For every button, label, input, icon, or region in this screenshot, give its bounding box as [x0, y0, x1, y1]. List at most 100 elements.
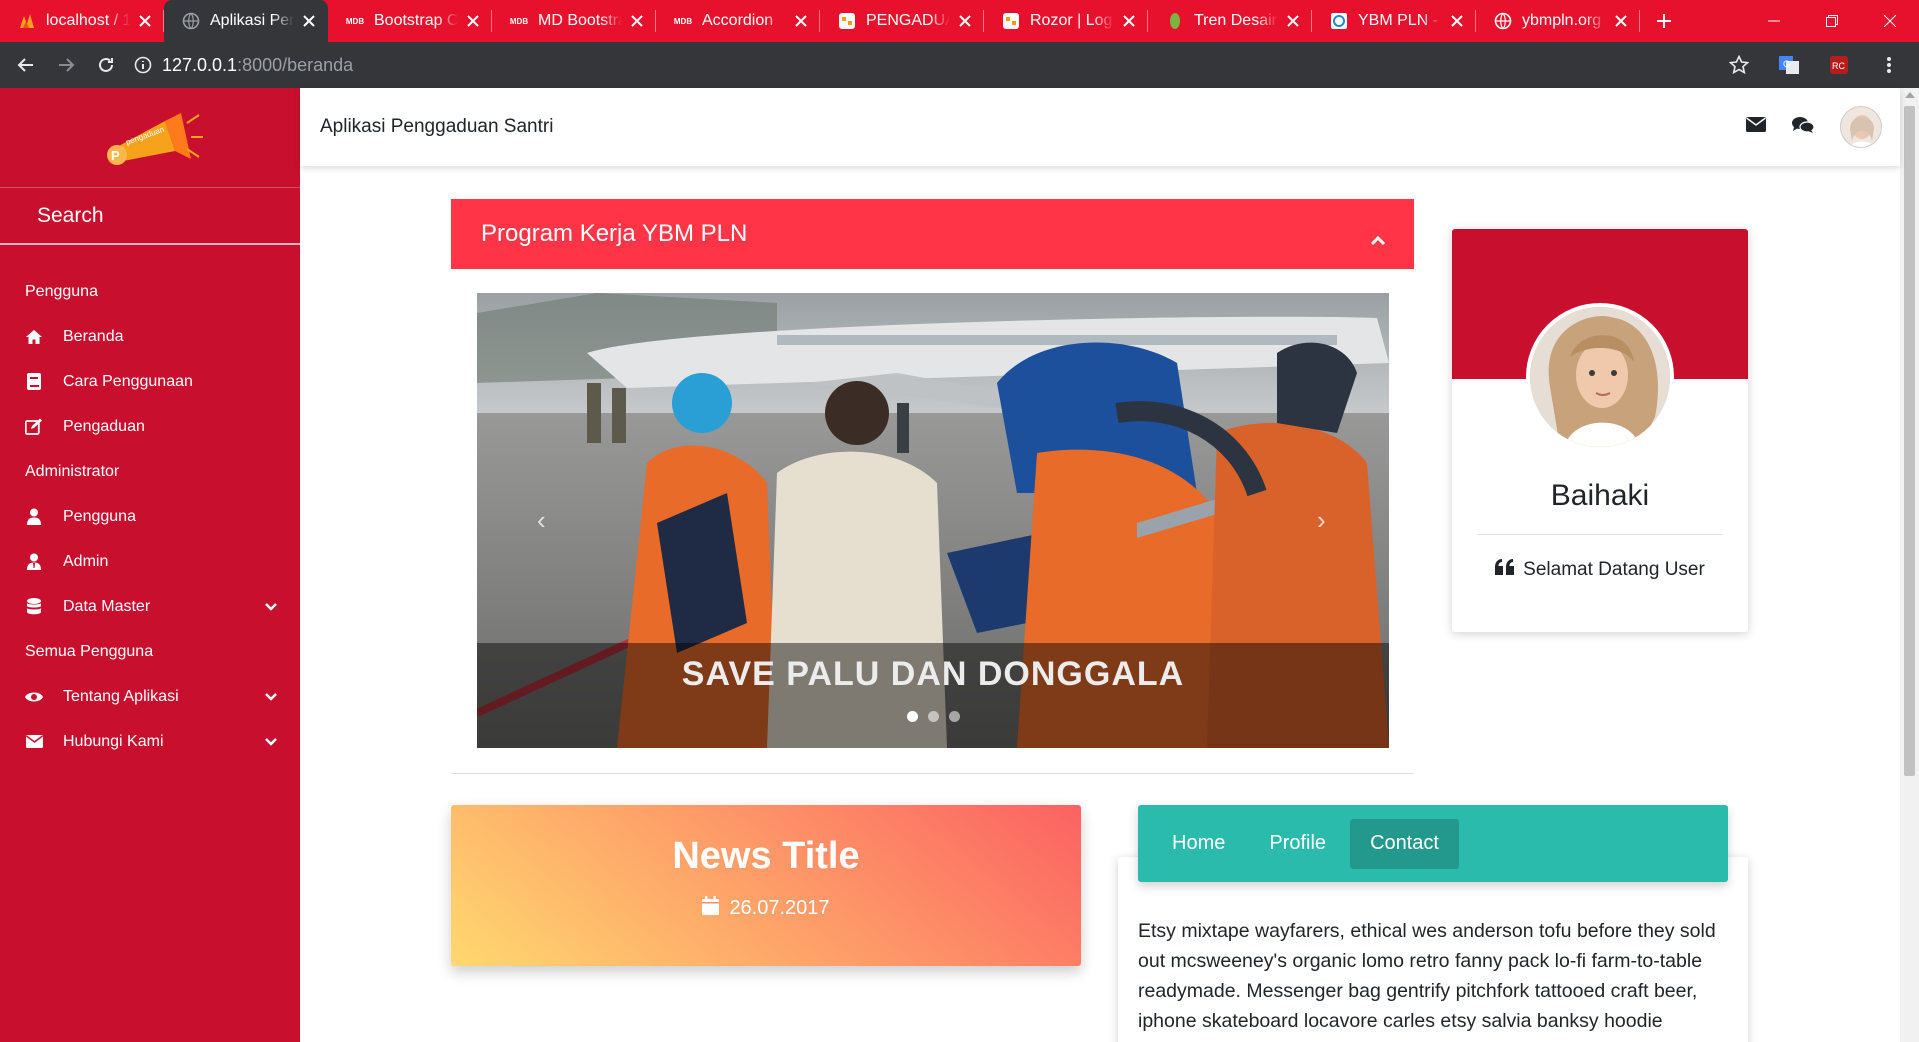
svg-text:RC: RC — [1832, 61, 1845, 71]
scroll-up-arrow-icon[interactable] — [1905, 92, 1915, 98]
carousel-indicator[interactable] — [906, 711, 918, 722]
tab-home[interactable]: Home — [1152, 819, 1245, 869]
browser-tab[interactable]: Tren Desain — [1148, 0, 1312, 42]
sidebar-item-label: Cara Penggunaan — [63, 372, 193, 390]
avatar — [1526, 303, 1674, 451]
close-icon[interactable] — [792, 12, 810, 30]
browser-tab[interactable]: PENGADUAN — [820, 0, 984, 42]
accordion-header[interactable]: Program Kerja YBM PLN — [451, 199, 1414, 269]
carousel-next-icon[interactable]: › — [1317, 505, 1326, 536]
sidebar-item-label: Pengaduan — [63, 417, 145, 435]
avatar[interactable] — [1840, 106, 1882, 148]
divider — [451, 773, 1414, 774]
address-bar[interactable]: 127.0.0.1:8000/beranda — [126, 47, 1719, 83]
close-icon[interactable] — [1284, 12, 1302, 30]
sidebar-item-pengaduan[interactable]: Pengaduan — [0, 404, 300, 449]
close-icon[interactable] — [464, 12, 482, 30]
quote-text: Selamat Datang User — [1523, 559, 1705, 580]
profile-card: Baihaki Selamat Datang User — [1452, 229, 1748, 632]
chevron-down-icon — [264, 600, 278, 614]
comments-icon[interactable] — [1792, 116, 1815, 139]
carousel-caption: SAVE PALU DAN DONGGALA — [681, 655, 1185, 693]
tab-title: ybmpln.org — [1522, 12, 1602, 29]
bookmark-button[interactable] — [1719, 45, 1759, 85]
browser-tab[interactable]: ybmpln.org — [1476, 0, 1640, 42]
toolbar-actions: G RC — [1719, 45, 1909, 85]
tab-profile[interactable]: Profile — [1249, 819, 1346, 869]
translate-button[interactable]: G — [1769, 45, 1809, 85]
close-window-button[interactable] — [1861, 0, 1919, 42]
close-icon[interactable] — [1120, 12, 1138, 30]
browser-tab[interactable]: MDB MD Bootstrap — [492, 0, 656, 42]
section-heading-administrator: Administrator — [25, 462, 120, 480]
sidebar-item-label: Data Master — [63, 597, 151, 615]
logo[interactable]: P pengaduan — [0, 88, 300, 188]
news-date: 26.07.2017 — [451, 896, 1081, 921]
extension-button[interactable]: RC — [1819, 45, 1859, 85]
forward-button[interactable] — [46, 45, 86, 85]
sidebar-item-cara-penggunaan[interactable]: Cara Penggunaan — [0, 359, 300, 404]
close-icon[interactable] — [136, 12, 154, 30]
tab-title: Tren Desain — [1194, 12, 1278, 29]
menu-button[interactable] — [1869, 45, 1909, 85]
sidebar-item-admin[interactable]: Admin — [0, 539, 300, 584]
new-tab-button[interactable] — [1644, 0, 1684, 42]
envelope-icon — [25, 733, 43, 751]
globe-icon — [1494, 12, 1512, 30]
globe-icon — [182, 12, 200, 30]
arrow-right-icon — [59, 58, 75, 72]
accordion-title: Program Kerja YBM PLN — [481, 220, 748, 247]
restore-button[interactable] — [1803, 0, 1861, 42]
minimize-button[interactable] — [1745, 0, 1803, 42]
section-heading-pengguna: Pengguna — [25, 282, 98, 300]
news-date-text: 26.07.2017 — [729, 897, 830, 919]
sidebar-item-beranda[interactable]: Beranda — [0, 314, 300, 359]
extension-icon: RC — [1830, 56, 1848, 74]
reload-button[interactable] — [86, 45, 126, 85]
chevron-up-icon[interactable] — [1370, 225, 1386, 253]
sidebar-search[interactable]: Search — [0, 188, 300, 245]
tab-contact[interactable]: Contact — [1350, 818, 1459, 869]
close-icon[interactable] — [1612, 12, 1630, 30]
browser-tab[interactable]: Aplikasi Pengaduan — [164, 0, 328, 42]
browser-tab[interactable]: Rozor | Login — [984, 0, 1148, 42]
browser-tab-strip: localhost / 1 Aplikasi Pengaduan MDB Boo… — [0, 0, 1919, 42]
carousel-indicator[interactable] — [927, 711, 939, 722]
close-icon[interactable] — [956, 12, 974, 30]
sidebar-item-pengguna[interactable]: Pengguna — [0, 494, 300, 539]
sidebar-item-tentang-aplikasi[interactable]: Tentang Aplikasi — [0, 674, 300, 719]
tab-title: Accordion — [702, 12, 774, 29]
scrollbar-thumb[interactable] — [1904, 106, 1915, 776]
sidebar-item-hubungi-kami[interactable]: Hubungi Kami — [0, 719, 300, 764]
tab-content-text: Etsy mixtape wayfarers, ethical wes ande… — [1138, 920, 1716, 1032]
url-path: :8000/beranda — [237, 54, 354, 75]
browser-tab[interactable]: YBM PLN - D — [1312, 0, 1476, 42]
carousel-indicator[interactable] — [948, 711, 960, 722]
carousel: SAVE PALU DAN DONGGALA ‹ › — [477, 293, 1389, 748]
envelope-icon[interactable] — [1746, 117, 1766, 137]
ybm-icon — [1330, 12, 1348, 30]
close-icon[interactable] — [1448, 12, 1466, 30]
page-scrollbar[interactable] — [1900, 88, 1919, 1042]
sidebar-item-label: Tentang Aplikasi — [63, 687, 179, 705]
close-icon[interactable] — [628, 12, 646, 30]
sidebar-item-data-master[interactable]: Data Master — [0, 584, 300, 629]
sidebar-nav: Pengguna Beranda Cara Penggunaan Pengadu… — [0, 245, 300, 764]
framework-icon — [838, 12, 856, 30]
tab-title: YBM PLN - D — [1358, 12, 1442, 29]
news-card: News Title 26.07.2017 — [451, 805, 1081, 966]
carousel-prev-icon[interactable]: ‹ — [537, 505, 546, 536]
section-heading-semua-pengguna: Semua Pengguna — [25, 642, 154, 660]
close-icon[interactable] — [300, 12, 318, 30]
browser-tab[interactable]: localhost / 1 — [0, 0, 164, 42]
book-icon — [25, 373, 43, 391]
leaf-icon — [1166, 12, 1184, 30]
translate-icon: G — [1779, 56, 1799, 74]
tabs-nav: Home Profile Contact — [1138, 805, 1728, 882]
quote-left-icon — [1495, 559, 1515, 581]
carousel-indicators — [477, 711, 1389, 722]
back-button[interactable] — [6, 45, 46, 85]
browser-tab[interactable]: MDB Bootstrap Carousel — [328, 0, 492, 42]
browser-tab[interactable]: MDB Accordion — [656, 0, 820, 42]
eye-icon — [25, 688, 43, 706]
